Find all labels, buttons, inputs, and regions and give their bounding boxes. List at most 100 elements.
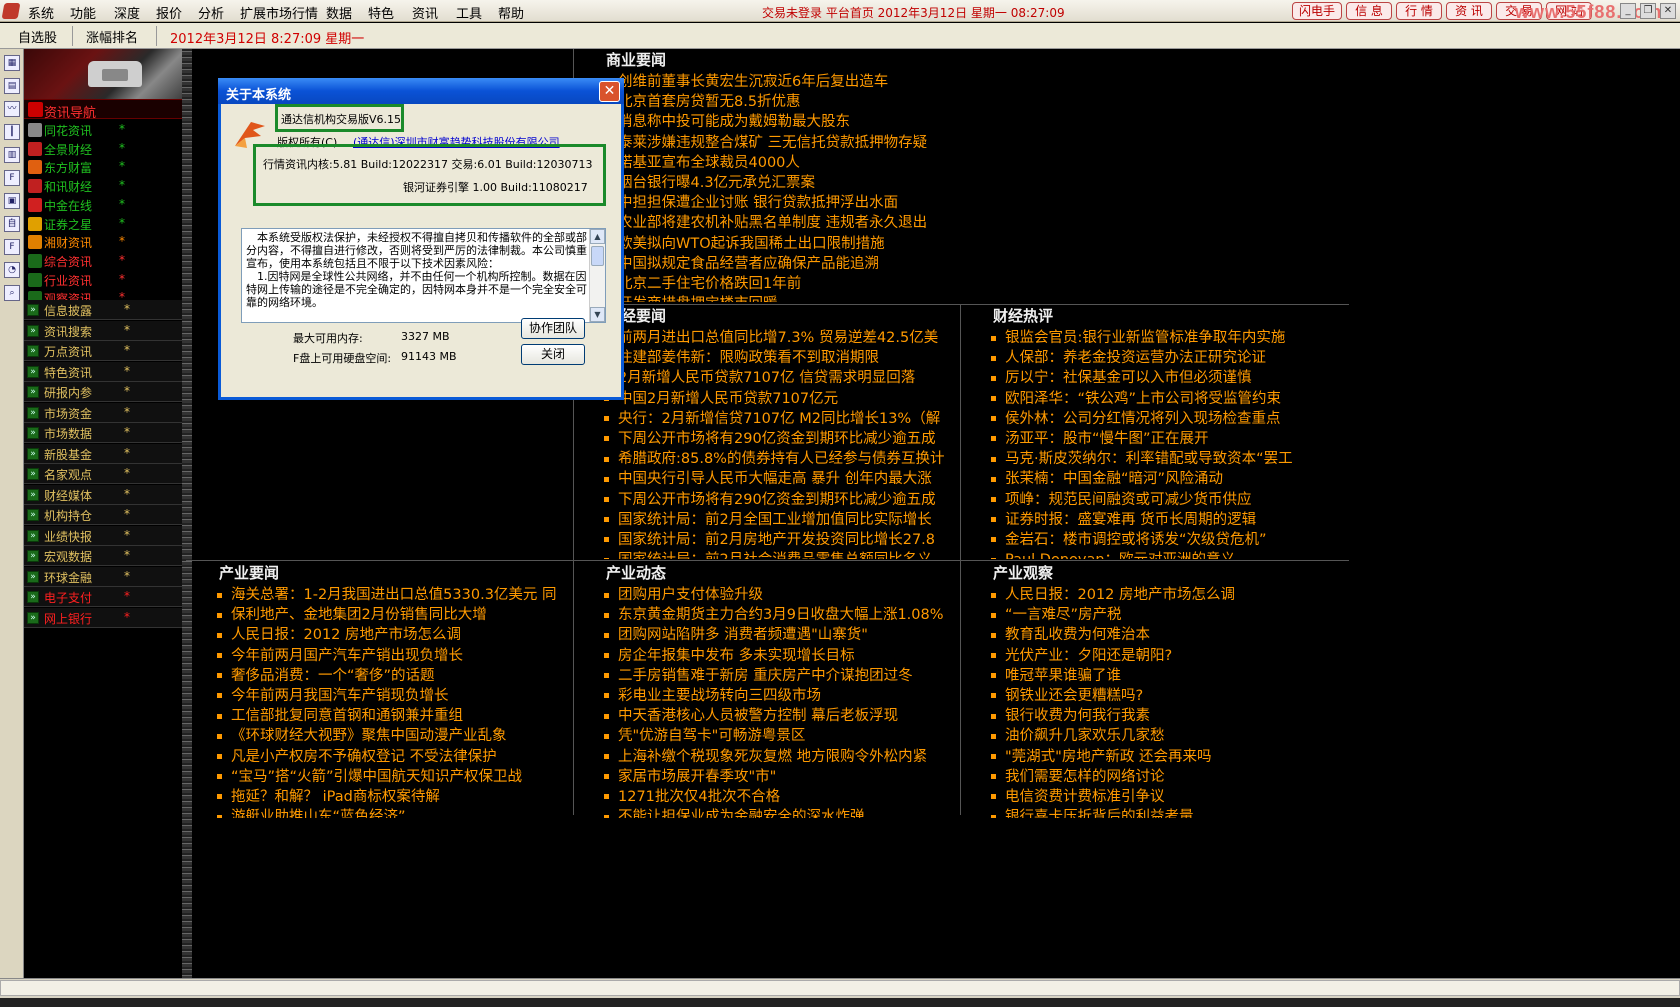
tab-gain-rank[interactable]: 涨幅排名 xyxy=(86,27,138,46)
news-headline-link[interactable]: 银监会官员:银行业新监管标准争取年内实施 xyxy=(991,328,1349,348)
news-headline-link[interactable]: 教育乱收费为何难治本 xyxy=(991,625,1349,645)
news-headline-link[interactable]: 人保部：养老金投资运营办法正研究论证 xyxy=(991,348,1349,368)
nav-category-item[interactable]: » 电子支付 * xyxy=(24,587,190,607)
news-headline-link[interactable]: 烟台银行曝4.3亿元承兑汇票案 xyxy=(604,173,960,193)
news-headline-link[interactable]: 下周公开市场将有290亿资金到期环比减少逾五成 xyxy=(604,490,960,510)
news-headline-link[interactable]: 侯外林：公司分红情况将列入现场检查重点 xyxy=(991,409,1349,429)
menu-system[interactable]: 系统 xyxy=(28,3,54,22)
nav-category-item[interactable]: » 万点资讯 * xyxy=(24,341,190,361)
news-headline-link[interactable]: 金岩石：楼市调控或将诱发“次级贷危机” xyxy=(991,530,1349,550)
news-button[interactable]: 资 讯 xyxy=(1446,2,1492,20)
news-headline-link[interactable]: 国家统计局：前2月社会消费品零售总额同比名义 xyxy=(604,550,960,559)
nav-category-item[interactable]: » 资讯搜索 * xyxy=(24,320,190,341)
news-headline-link[interactable]: 开发商措盘押宝楼市回暖 xyxy=(604,294,960,302)
nav-category-item[interactable]: » 市场数据 * xyxy=(24,423,190,443)
news-headline-link[interactable]: 奢侈品消费：一个“奢侈”的话题 xyxy=(217,666,573,686)
nav-item[interactable]: 全景财经 * xyxy=(24,139,190,159)
news-headline-link[interactable]: 工信部批复同意首钢和通钢兼并重组 xyxy=(217,706,573,726)
news-headline-link[interactable]: Paul Donovan：欧元对亚洲的意义 xyxy=(991,550,1349,559)
news-headline-link[interactable]: 不能让担保业成为金融安全的深水炸弹 xyxy=(604,807,960,818)
menu-extended-market[interactable]: 扩展市场行情 xyxy=(240,3,318,22)
news-headline-link[interactable]: 油价飙升几家欢乐几家愁 xyxy=(991,726,1349,746)
scroll-thumb[interactable] xyxy=(591,246,604,266)
menu-quote[interactable]: 报价 xyxy=(156,3,182,22)
nav-category-item[interactable]: » 研报内参 * xyxy=(24,382,190,402)
news-headline-link[interactable]: 上海补缴个税现象死灰复燃 地方限购令外松内紧 xyxy=(604,747,960,767)
nav-category-item[interactable]: » 名家观点 * xyxy=(24,464,190,484)
news-headline-link[interactable]: 凡是小产权房不予确权登记 不受法律保护 xyxy=(217,747,573,767)
news-headline-link[interactable]: 钢铁业还会更糟糕吗? xyxy=(991,686,1349,706)
news-headline-link[interactable]: 今年前两月我国汽车产销现负增长 xyxy=(217,686,573,706)
nav-item[interactable]: 同花资讯 * xyxy=(24,120,190,140)
news-headline-link[interactable]: 唯冠苹果谁骗了谁 xyxy=(991,666,1349,686)
news-headline-link[interactable]: 拖延？和解？ iPad商标权案待解 xyxy=(217,787,573,807)
news-headline-link[interactable]: 彩电业主要战场转向三四级市场 xyxy=(604,686,960,706)
menu-depth[interactable]: 深度 xyxy=(114,3,140,22)
news-headline-link[interactable]: 光伏产业：夕阳还是朝阳? xyxy=(991,646,1349,666)
f1-icon[interactable]: F xyxy=(4,239,20,255)
f10-icon[interactable]: F xyxy=(4,170,20,186)
scroll-down-icon[interactable]: ▼ xyxy=(590,307,605,322)
news-headline-link[interactable]: “一言难尽”房产税 xyxy=(991,605,1349,625)
news-headline-link[interactable]: 中担担保遭企业讨账 银行贷款抵押浮出水面 xyxy=(604,193,960,213)
horizontal-scrollbar[interactable] xyxy=(0,980,1680,996)
news-headline-link[interactable]: 农业部将建农机补贴黑名单制度 违规者永久退出 xyxy=(604,213,960,233)
news-headline-link[interactable]: 希腊政府:85.8%的债券持有人已经参与债券互换计 xyxy=(604,449,960,469)
custom-icon[interactable]: 自 xyxy=(4,216,20,232)
news-headline-link[interactable]: 中国央行引导人民币大幅走高 暴升 创年内最大涨 xyxy=(604,469,960,489)
nav-item[interactable]: 东方财富 * xyxy=(24,157,190,177)
menu-help[interactable]: 帮助 xyxy=(498,3,524,22)
menu-data[interactable]: 数据 xyxy=(326,3,352,22)
news-headline-link[interactable]: 国家统计局：前2月全国工业增加值同比实际增长 xyxy=(604,510,960,530)
license-textbox[interactable]: 本系统受版权法保护，未经授权不得擅自拷贝和传播软件的全部或部分内容，不得擅自进行… xyxy=(241,228,606,323)
search-icon[interactable]: ⌕ xyxy=(4,285,20,301)
news-headline-link[interactable]: 保利地产、金地集团2月份销售同比大增 xyxy=(217,605,573,625)
news-headline-link[interactable]: 电信资费计费标准引争议 xyxy=(991,787,1349,807)
about-dialog-titlebar[interactable]: 关于本系统 ✕ xyxy=(218,78,624,104)
news-headline-link[interactable]: 北京首套房贷暂无8.5折优惠 xyxy=(604,92,960,112)
news-headline-link[interactable]: "莞湖式"房地产新政 还会再来吗 xyxy=(991,747,1349,767)
grid-icon[interactable]: ▤ xyxy=(4,78,20,94)
news-headline-link[interactable]: 马克·斯皮茨纳尔：利率错配或导致资本“罢工 xyxy=(991,449,1349,469)
news-headline-link[interactable]: 消息称中投可能成为戴姆勒最大股东 xyxy=(604,112,960,132)
news-headline-link[interactable]: 证券时报：盛宴难再 货币长周期的逻辑 xyxy=(991,510,1349,530)
kline-icon[interactable]: ┃ xyxy=(4,124,20,140)
nav-header[interactable]: 资讯导航 xyxy=(24,99,190,121)
nav-category-item[interactable]: » 宏观数据 * xyxy=(24,546,190,566)
nav-item[interactable]: 证券之星 * xyxy=(24,214,190,234)
news-headline-link[interactable]: 住建部姜伟新：限购政策看不到取消期限 xyxy=(604,348,960,368)
news-headline-link[interactable]: 前两月进出口总值同比增7.3% 贸易逆差42.5亿美 xyxy=(604,328,960,348)
news-headline-link[interactable]: 2月新增人民币贷款7107亿 信贷需求明显回落 xyxy=(604,368,960,388)
news-headline-link[interactable]: “宝马”搭“火箭”引爆中国航天知识产权保卫战 xyxy=(217,767,573,787)
news-headline-link[interactable]: 东京黄金期货主力合约3月9日收盘大幅上涨1.08% xyxy=(604,605,960,625)
minimize-icon[interactable]: _ xyxy=(1620,3,1636,19)
quote-list-icon[interactable]: ▦ xyxy=(4,55,20,71)
news-headline-link[interactable]: 北京二手住宅价格跌回1年前 xyxy=(604,274,960,294)
news-headline-link[interactable]: 央行：2月新增信贷7107亿 M2同比增长13%（解 xyxy=(604,409,960,429)
news-headline-link[interactable]: 欧美拟向WTO起诉我国稀土出口限制措施 xyxy=(604,234,960,254)
news-headline-link[interactable]: 项峥：规范民间融资或可减少货币供应 xyxy=(991,490,1349,510)
news-headline-link[interactable]: 下周公开市场将有290亿资金到期环比减少逾五成 xyxy=(604,429,960,449)
dialog-close-icon[interactable]: ✕ xyxy=(599,81,620,102)
nav-item[interactable]: 综合资讯 * xyxy=(24,251,190,271)
nav-category-item[interactable]: » 业绩快报 * xyxy=(24,525,190,546)
news-headline-link[interactable]: 厉以宁：社保基金可以入市但必须谨慎 xyxy=(991,368,1349,388)
restore-icon[interactable]: ❐ xyxy=(1640,3,1656,19)
news-headline-link[interactable]: 银行喜卡压折背后的利益考量 xyxy=(991,807,1349,818)
scroll-up-icon[interactable]: ▲ xyxy=(590,229,605,244)
nav-item[interactable]: 行业资讯 * xyxy=(24,270,190,290)
nav-category-item[interactable]: » 环球金融 * xyxy=(24,566,190,587)
news-headline-link[interactable]: 泰莱涉嫌违规整合煤矿 三无信托贷款抵押物存疑 xyxy=(604,133,960,153)
news-headline-link[interactable]: 我们需要怎样的网络讨论 xyxy=(991,767,1349,787)
nav-item[interactable]: 中金在线 * xyxy=(24,195,190,215)
nav-item[interactable]: 湘财资讯 * xyxy=(24,232,190,252)
news-headline-link[interactable]: 今年前两月国产汽车产销出现负增长 xyxy=(217,646,573,666)
nav-category-item[interactable]: » 信息披露 * xyxy=(24,300,190,320)
report-icon[interactable]: ▣ xyxy=(4,193,20,209)
nav-category-item[interactable]: » 财经媒体 * xyxy=(24,484,190,505)
nav-category-item[interactable]: » 市场资金 * xyxy=(24,402,190,423)
news-headline-link[interactable]: 《环球财经大视野》聚焦中国动漫产业乱象 xyxy=(217,726,573,746)
news-headline-link[interactable]: 团购用户支付体验升级 xyxy=(604,585,960,605)
news-headline-link[interactable]: 团购网站陷阱多 消费者频遭遇"山寨货" xyxy=(604,625,960,645)
menu-tools[interactable]: 工具 xyxy=(456,3,482,22)
